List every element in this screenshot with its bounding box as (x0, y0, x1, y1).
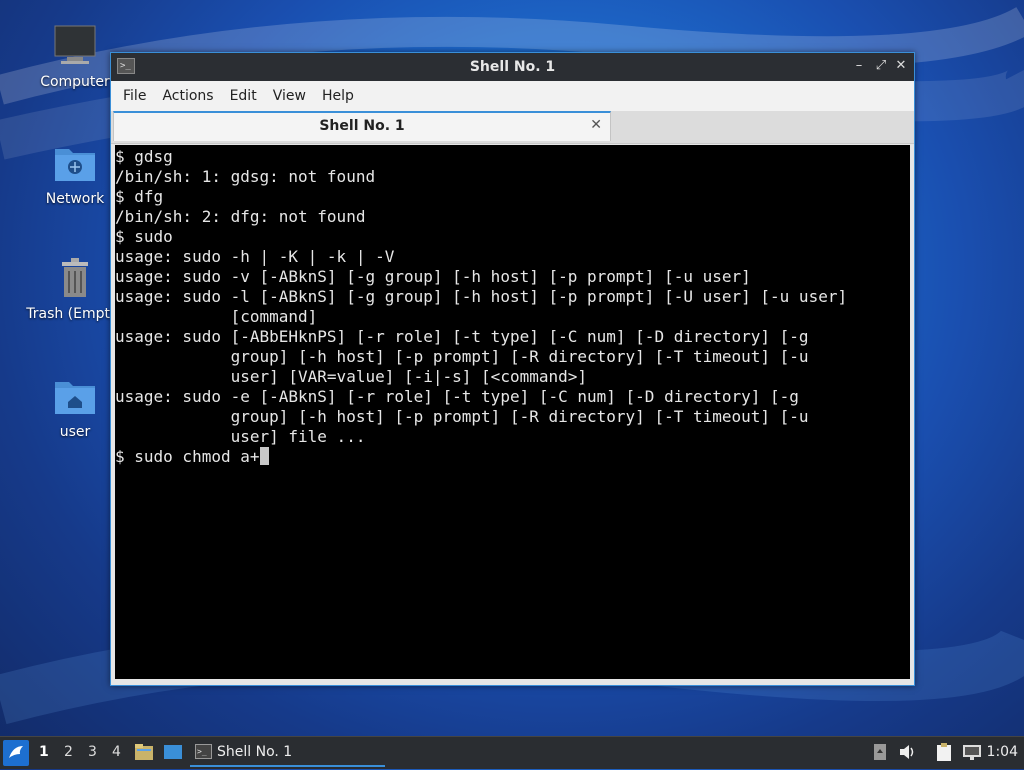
workspace-4[interactable]: 4 (112, 744, 121, 760)
tab-label: Shell No. 1 (319, 118, 405, 134)
home-folder-icon (53, 374, 97, 418)
menu-file[interactable]: File (115, 81, 154, 111)
tab-close-icon[interactable]: ✕ (590, 117, 602, 133)
eject-icon[interactable] (871, 743, 891, 761)
terminal-line: user] [VAR=value] [-i|-s] [<command>] (115, 367, 588, 386)
menu-view[interactable]: View (265, 81, 314, 111)
taskbar: 1 2 3 4 >_ Shell No. 1 1:04 (0, 736, 1024, 769)
tab-shell-1[interactable]: Shell No. 1 ✕ (113, 111, 611, 141)
menu-help[interactable]: Help (314, 81, 362, 111)
terminal-line: group] [-h host] [-p prompt] [-R directo… (115, 407, 809, 426)
network-connection-icon[interactable] (962, 743, 982, 761)
show-desktop-icon[interactable] (163, 743, 183, 761)
terminal-line: [command] (115, 307, 318, 326)
task-label: Shell No. 1 (217, 744, 293, 760)
menubar: File Actions Edit View Help (111, 81, 914, 111)
terminal-line: usage: sudo -l [-ABknS] [-g group] [-h h… (115, 287, 848, 306)
terminal-line: /bin/sh: 2: dfg: not found (115, 207, 366, 226)
lxqt-logo-icon (9, 746, 23, 758)
workspace-2[interactable]: 2 (64, 744, 73, 760)
clock[interactable]: 1:04 (987, 744, 1018, 760)
terminal-line: $ gdsg (115, 147, 173, 166)
taskbar-item-shell[interactable]: >_ Shell No. 1 (190, 739, 385, 767)
menu-edit[interactable]: Edit (222, 81, 265, 111)
window-titlebar[interactable]: >_ Shell No. 1 – ⤢ ✕ (111, 53, 914, 81)
terminal-output[interactable]: $ gdsg /bin/sh: 1: gdsg: not found $ dfg… (115, 145, 910, 679)
terminal-line: /bin/sh: 1: gdsg: not found (115, 167, 376, 186)
terminal-prompt-line: $ sudo chmod a+ (115, 447, 910, 467)
terminal-line: $ sudo (115, 227, 173, 246)
terminal-line: usage: sudo [-ABbEHknPS] [-r role] [-t t… (115, 327, 809, 346)
computer-icon (53, 24, 97, 68)
terminal-window: >_ Shell No. 1 – ⤢ ✕ File Actions Edit V… (110, 52, 915, 686)
file-manager-icon[interactable] (134, 743, 154, 761)
terminal-line: $ dfg (115, 187, 164, 206)
terminal-current-input: $ sudo chmod a+ (115, 447, 260, 466)
trash-icon (53, 256, 97, 300)
terminal-line: usage: sudo -h | -K | -k | -V (115, 247, 395, 266)
terminal-line: usage: sudo -e [-ABknS] [-r role] [-t ty… (115, 387, 799, 406)
terminal-line: usage: sudo -v [-ABknS] [-g group] [-h h… (115, 267, 751, 286)
workspace-1[interactable]: 1 (39, 744, 49, 760)
maximize-button[interactable]: ⤢ (872, 57, 890, 75)
clipboard-icon[interactable] (934, 743, 954, 761)
menu-actions[interactable]: Actions (154, 81, 221, 111)
volume-icon[interactable] (898, 743, 918, 761)
terminal-line: user] file ... (115, 427, 366, 446)
text-cursor (259, 447, 269, 465)
workspace-3[interactable]: 3 (88, 744, 97, 760)
window-title: Shell No. 1 (469, 59, 556, 75)
network-folder-icon (53, 141, 97, 185)
minimize-button[interactable]: – (850, 57, 868, 75)
terminal-line: group] [-h host] [-p prompt] [-R directo… (115, 347, 809, 366)
terminal-task-icon: >_ (195, 744, 212, 759)
start-menu-button[interactable] (3, 740, 29, 766)
close-button[interactable]: ✕ (892, 57, 910, 75)
tab-bar: Shell No. 1 ✕ (111, 111, 914, 144)
